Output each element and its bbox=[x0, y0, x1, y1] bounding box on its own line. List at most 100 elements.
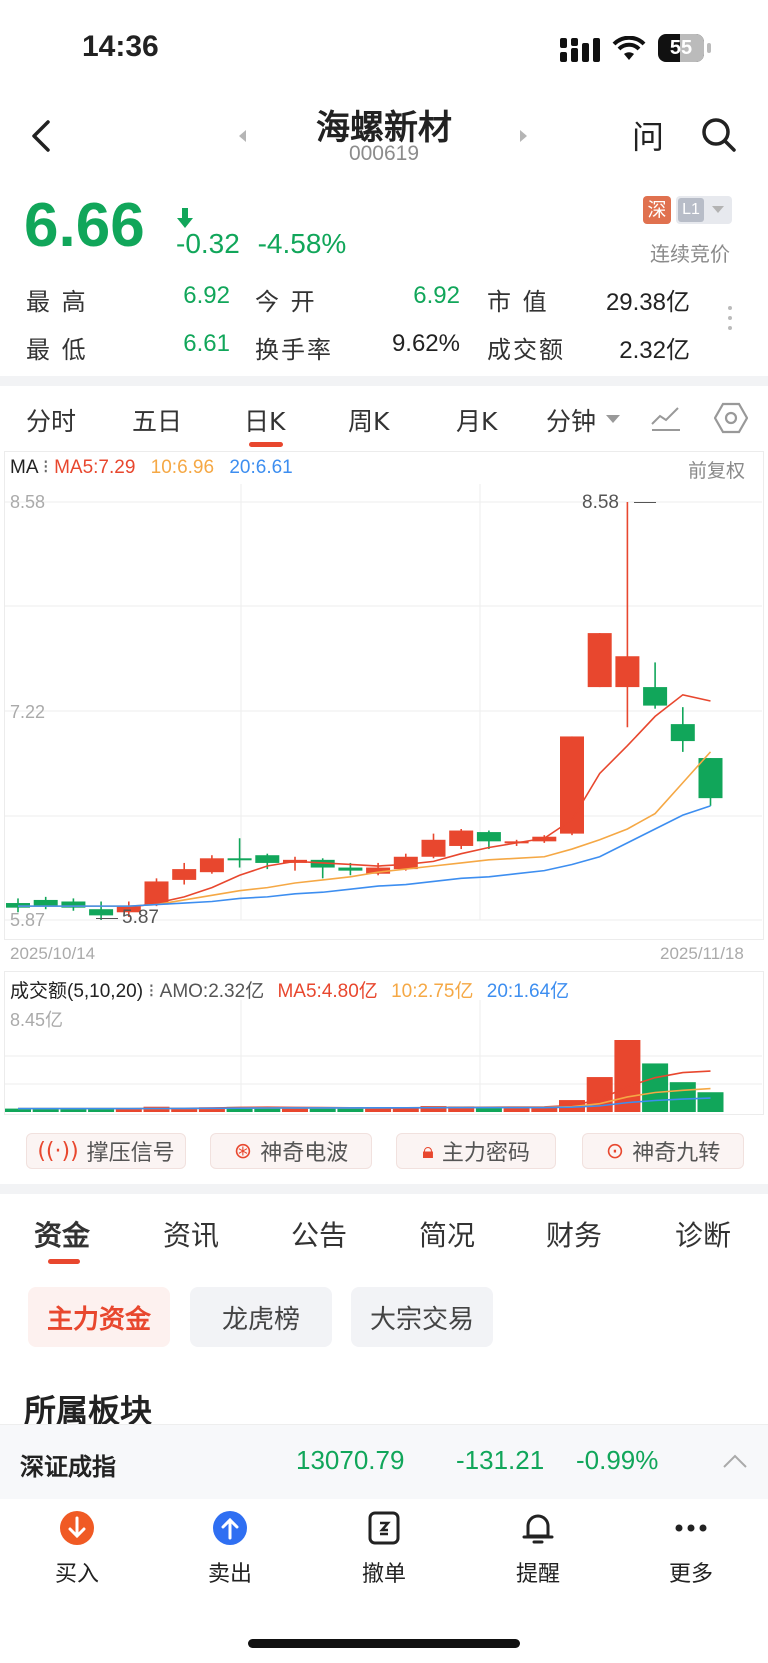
volume-bar bbox=[365, 1108, 392, 1112]
ma5-line bbox=[128, 693, 711, 909]
index-name: 深证成指 bbox=[20, 1453, 116, 1481]
status-bar: 14:36 55 bbox=[0, 0, 768, 96]
sell-arrow-icon bbox=[213, 1511, 247, 1545]
indicator-main-force-code[interactable]: 🔒︎ 主力密码 bbox=[396, 1133, 556, 1169]
change-value: -0.32 bbox=[176, 228, 240, 259]
alert-button[interactable]: 提醒 bbox=[488, 1510, 588, 1588]
candle-body bbox=[227, 858, 252, 861]
pill-main-funds[interactable]: 主力资金 bbox=[28, 1287, 170, 1347]
volume-bar bbox=[697, 1092, 724, 1112]
next-stock-icon[interactable] bbox=[518, 128, 530, 144]
battery-cap bbox=[707, 43, 711, 53]
sell-label: 卖出 bbox=[207, 1562, 252, 1587]
tab-funds[interactable]: 资金 bbox=[34, 1214, 90, 1254]
open-label: 今 开 bbox=[255, 288, 317, 316]
indicator-label: 神奇九转 bbox=[632, 1141, 721, 1166]
active-tab-indicator bbox=[249, 442, 283, 447]
buy-button[interactable]: 买入 bbox=[27, 1510, 127, 1588]
volume-bars bbox=[5, 1040, 724, 1112]
candle-body bbox=[33, 899, 58, 907]
tab-diagnosis[interactable]: 诊断 bbox=[675, 1214, 731, 1254]
tab-announcements[interactable]: 公告 bbox=[291, 1214, 347, 1254]
tab-weekly-k[interactable]: 周K bbox=[348, 402, 389, 438]
bell-icon bbox=[522, 1514, 554, 1544]
candle-body bbox=[643, 687, 668, 706]
pill-dragon-tiger[interactable]: 龙虎榜 bbox=[190, 1287, 332, 1347]
indicator-label: 神奇电波 bbox=[260, 1141, 349, 1166]
volume-chart[interactable] bbox=[4, 1000, 762, 1113]
search-icon[interactable] bbox=[700, 116, 738, 154]
index-pct: -0.99% bbox=[576, 1445, 659, 1475]
chevron-up-icon[interactable] bbox=[722, 1453, 748, 1469]
volume-bar bbox=[669, 1082, 696, 1112]
settings-hexagon-icon[interactable] bbox=[714, 402, 748, 434]
tab-financials[interactable]: 财务 bbox=[546, 1214, 602, 1254]
candle bbox=[698, 758, 723, 806]
tab-monthly-k[interactable]: 月K bbox=[456, 402, 497, 438]
pill-block-trade[interactable]: 大宗交易 bbox=[351, 1287, 493, 1347]
ma20-legend: 20:6.61 bbox=[229, 457, 293, 478]
adjust-mode[interactable]: 前复权 bbox=[688, 456, 745, 483]
more-button[interactable]: 更多 bbox=[641, 1510, 741, 1588]
mktcap-value: 29.38亿 bbox=[605, 289, 690, 316]
amount-label: 成交额 bbox=[487, 336, 565, 364]
candle-body bbox=[172, 869, 197, 880]
tab-news[interactable]: 资讯 bbox=[163, 1214, 219, 1254]
tab-five-day[interactable]: 五日 bbox=[132, 402, 182, 438]
tab-minute[interactable]: 分钟 bbox=[546, 402, 596, 438]
indicator-support-resistance[interactable]: ((·)) 撑压信号 bbox=[26, 1133, 186, 1169]
candle bbox=[421, 833, 446, 859]
indicator-magic-nine[interactable]: ⊙ 神奇九转 bbox=[582, 1133, 744, 1169]
candle bbox=[227, 838, 252, 868]
lock-icon: 🔒︎ bbox=[422, 1138, 434, 1164]
ask-button[interactable]: 问 bbox=[632, 112, 664, 158]
turnover-value: 9.62% bbox=[391, 330, 460, 357]
kline-chart[interactable] bbox=[4, 484, 762, 938]
volume-bar bbox=[642, 1063, 669, 1112]
volume-bar bbox=[337, 1108, 364, 1112]
candle bbox=[61, 898, 86, 911]
tab-intraday[interactable]: 分时 bbox=[26, 402, 76, 438]
amo-legend: AMO:2.32亿 bbox=[159, 981, 265, 1002]
candle-body bbox=[476, 832, 501, 842]
battery-icon: 55 bbox=[658, 34, 704, 62]
alert-label: 提醒 bbox=[515, 1562, 560, 1587]
tab-profile[interactable]: 简况 bbox=[419, 1214, 475, 1254]
turnover-label: 换手率 bbox=[255, 336, 333, 364]
level-label: L1 bbox=[678, 198, 704, 222]
ma20-line bbox=[18, 805, 711, 907]
high-label: 最 高 bbox=[26, 288, 88, 316]
chart-overlay-icon[interactable] bbox=[650, 404, 682, 432]
tab-daily-k[interactable]: 日K bbox=[244, 402, 285, 438]
more-dots-icon bbox=[675, 1524, 707, 1532]
candle bbox=[199, 855, 224, 874]
open-value: 6.92 bbox=[413, 282, 460, 309]
candle bbox=[615, 502, 640, 728]
section-tab-indicator bbox=[48, 1259, 80, 1264]
minute-dropdown-icon[interactable] bbox=[606, 414, 620, 424]
candle bbox=[310, 858, 335, 879]
wave-icon: ⊛ bbox=[233, 1138, 253, 1164]
index-ticker-bar[interactable]: 深证成指 13070.79 -131.21 -0.99% bbox=[0, 1424, 768, 1499]
volume-bar bbox=[503, 1107, 530, 1112]
candle bbox=[670, 707, 695, 752]
candle-body bbox=[338, 867, 363, 871]
change-percent: -4.58% bbox=[257, 228, 347, 259]
cancel-order-button[interactable]: 撤单 bbox=[334, 1510, 434, 1588]
date-end: 2025/11/18 bbox=[660, 944, 744, 963]
volume-bar bbox=[143, 1106, 170, 1112]
candle-body bbox=[199, 858, 224, 873]
vol-ma5-legend: MA5:4.80亿 bbox=[277, 981, 378, 1002]
candle bbox=[172, 862, 197, 885]
status-time: 14:36 bbox=[82, 30, 159, 63]
level-badge[interactable]: L1 bbox=[676, 196, 732, 224]
high-value: 6.92 bbox=[183, 282, 230, 309]
down-arrow-icon bbox=[177, 208, 193, 228]
volume-bar bbox=[309, 1108, 336, 1112]
candle-body bbox=[615, 656, 640, 688]
price-axis-top: 8.58 bbox=[10, 492, 46, 512]
sell-button[interactable]: 卖出 bbox=[180, 1510, 280, 1588]
wifi-icon bbox=[612, 36, 646, 60]
indicator-magic-wave[interactable]: ⊛ 神奇电波 bbox=[210, 1133, 372, 1169]
more-stats-icon[interactable] bbox=[728, 306, 732, 330]
